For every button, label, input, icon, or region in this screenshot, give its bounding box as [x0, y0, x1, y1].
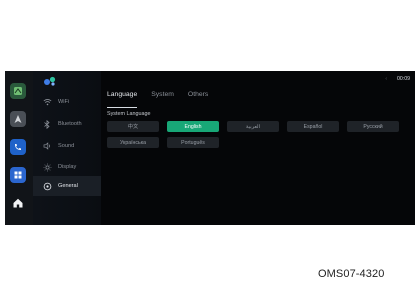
bluetooth-icon — [42, 119, 52, 129]
speaker-icon — [42, 141, 52, 151]
phone-icon — [15, 144, 21, 150]
navigation-app-button[interactable] — [10, 111, 26, 127]
phone-app-button[interactable] — [10, 139, 26, 155]
settings-content: ‹ 00:09 Language System Others System La… — [101, 71, 415, 225]
language-option-portuguese[interactable]: Português — [167, 137, 219, 148]
settings-sidebar: WiFi Bluetooth Sound Display General — [33, 71, 101, 225]
navigation-arrow-icon — [14, 115, 22, 123]
sidebar-item-sound[interactable]: Sound — [33, 136, 101, 156]
sidebar-item-wifi[interactable]: WiFi — [33, 92, 101, 112]
infotainment-screen: WiFi Bluetooth Sound Display General ‹ 0… — [5, 71, 415, 225]
sidebar-item-label: Bluetooth — [58, 121, 82, 127]
sidebar-item-bluetooth[interactable]: Bluetooth — [33, 114, 101, 134]
home-button[interactable] — [10, 195, 26, 211]
home-icon — [13, 198, 23, 208]
app-dock — [5, 71, 33, 225]
page: WiFi Bluetooth Sound Display General ‹ 0… — [0, 0, 415, 289]
tab-others[interactable]: Others — [188, 91, 208, 105]
language-option-chinese[interactable]: 中文 — [107, 121, 159, 132]
language-option-arabic[interactable]: العربية — [227, 121, 279, 132]
grid-icon — [14, 171, 22, 179]
tab-language[interactable]: Language — [107, 91, 138, 108]
sidebar-item-label: Sound — [58, 143, 75, 149]
sidebar-item-label: Display — [58, 164, 77, 170]
sidebar-item-label: General — [58, 183, 78, 189]
sidebar-item-display[interactable]: Display — [33, 157, 101, 177]
wifi-icon — [42, 97, 52, 107]
apps-grid-button[interactable] — [10, 167, 26, 183]
language-option-russian[interactable]: Русский — [347, 121, 399, 132]
tab-system[interactable]: System — [151, 91, 174, 105]
sidebar-item-general[interactable]: General — [33, 176, 101, 196]
status-time: 00:09 — [397, 76, 410, 82]
section-title: System Language — [107, 111, 151, 117]
brightness-icon — [42, 162, 52, 172]
language-option-ukrainian[interactable]: Українська — [107, 137, 159, 148]
language-option-spanish[interactable]: Español — [287, 121, 339, 132]
settings-tabs: Language System Others — [107, 91, 222, 108]
gear-icon — [42, 181, 52, 191]
language-option-english[interactable]: English — [167, 121, 219, 132]
map-icon — [14, 87, 22, 95]
status-arrow-icon: ‹ — [385, 76, 387, 82]
maps-app-button[interactable] — [10, 83, 26, 99]
brand-logo-icon — [44, 76, 56, 86]
figure-caption: OMS07-4320 — [318, 268, 385, 280]
sidebar-item-label: WiFi — [58, 99, 70, 105]
